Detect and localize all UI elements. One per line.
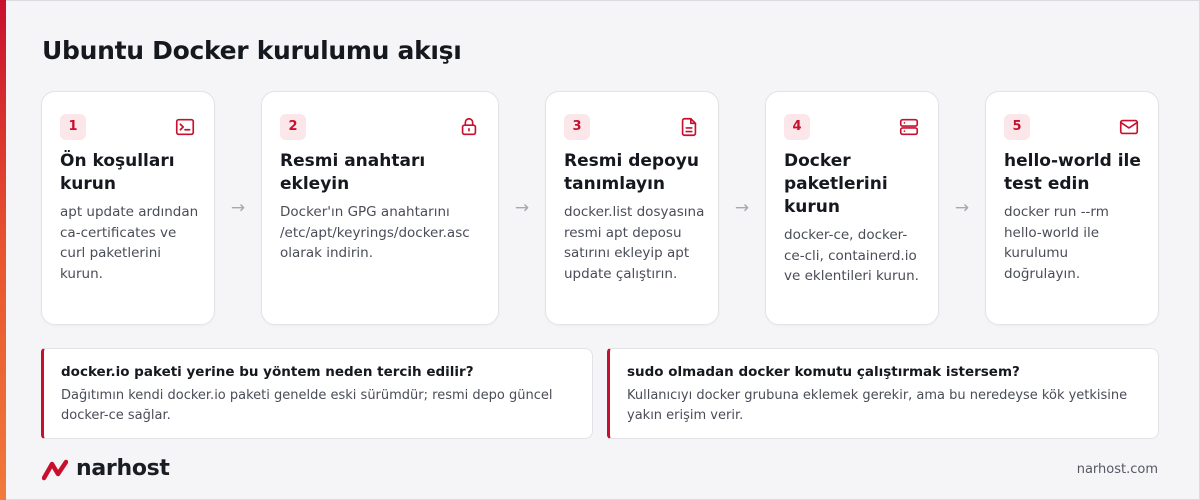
step-title: Docker paketlerini kurun [784, 151, 888, 217]
step-card-2: 2 Resmi anahtarı ekleyin Docker'ın GPG a… [261, 91, 499, 325]
step-card-5: 5 hello-world ile test edin docker run -… [985, 91, 1159, 325]
accent-bar [0, 0, 6, 500]
document-icon [681, 117, 697, 137]
server-icon [899, 118, 919, 136]
step-description: docker.list dosyasına resmi apt deposu s… [564, 204, 705, 282]
step-description: Docker'ın GPG anahtarını /etc/apt/keyrin… [280, 204, 470, 261]
step-number: 5 [1004, 114, 1030, 140]
step-number: 1 [60, 114, 86, 140]
page-title: Ubuntu Docker kurulumu akışı [42, 36, 462, 65]
faq-item-1: docker.io paketi yerine bu yöntem neden … [41, 348, 593, 439]
step-number: 3 [564, 114, 590, 140]
step-title: Ön koşulları kurun [60, 151, 175, 194]
step-number: 4 [784, 114, 810, 140]
brand-name: narhost [76, 456, 170, 481]
arrow-right-icon: → [514, 198, 530, 218]
step-number: 2 [280, 114, 306, 140]
step-title: hello-world ile test edin [1004, 151, 1141, 194]
faq-answer: Kullanıcıyı docker grubuna eklemek gerek… [627, 388, 1128, 423]
lock-icon [461, 117, 477, 136]
website-link[interactable]: narhost.com [1077, 462, 1158, 477]
faq-item-2: sudo olmadan docker komutu çalıştırmak i… [607, 348, 1159, 439]
faq-question: sudo olmadan docker komutu çalıştırmak i… [627, 364, 1020, 380]
terminal-icon [175, 118, 195, 136]
mail-icon [1119, 119, 1139, 135]
step-title: Resmi anahtarı ekleyin [280, 151, 426, 194]
step-title: Resmi depoyu tanımlayın [564, 151, 699, 194]
step-card-4: 4 Docker paketlerini kurun docker-ce, do… [765, 91, 939, 325]
arrow-right-icon: → [954, 198, 970, 218]
step-description: apt update ardından ca-certificates ve c… [60, 204, 199, 282]
arrow-right-icon: → [230, 198, 246, 218]
narhost-logo-icon [42, 459, 68, 481]
step-card-1: 1 Ön koşulları kurun apt update ardından… [41, 91, 215, 325]
faq-answer: Dağıtımın kendi docker.io paketi genelde… [61, 388, 553, 423]
step-description: docker-ce, docker-ce-cli, containerd.io … [784, 227, 919, 284]
arrow-right-icon: → [734, 198, 750, 218]
faq-question: docker.io paketi yerine bu yöntem neden … [61, 364, 474, 380]
step-description: docker run --rm hello-world ile kurulumu… [1004, 204, 1109, 282]
step-card-3: 3 Resmi depoyu tanımlayın docker.list do… [545, 91, 719, 325]
